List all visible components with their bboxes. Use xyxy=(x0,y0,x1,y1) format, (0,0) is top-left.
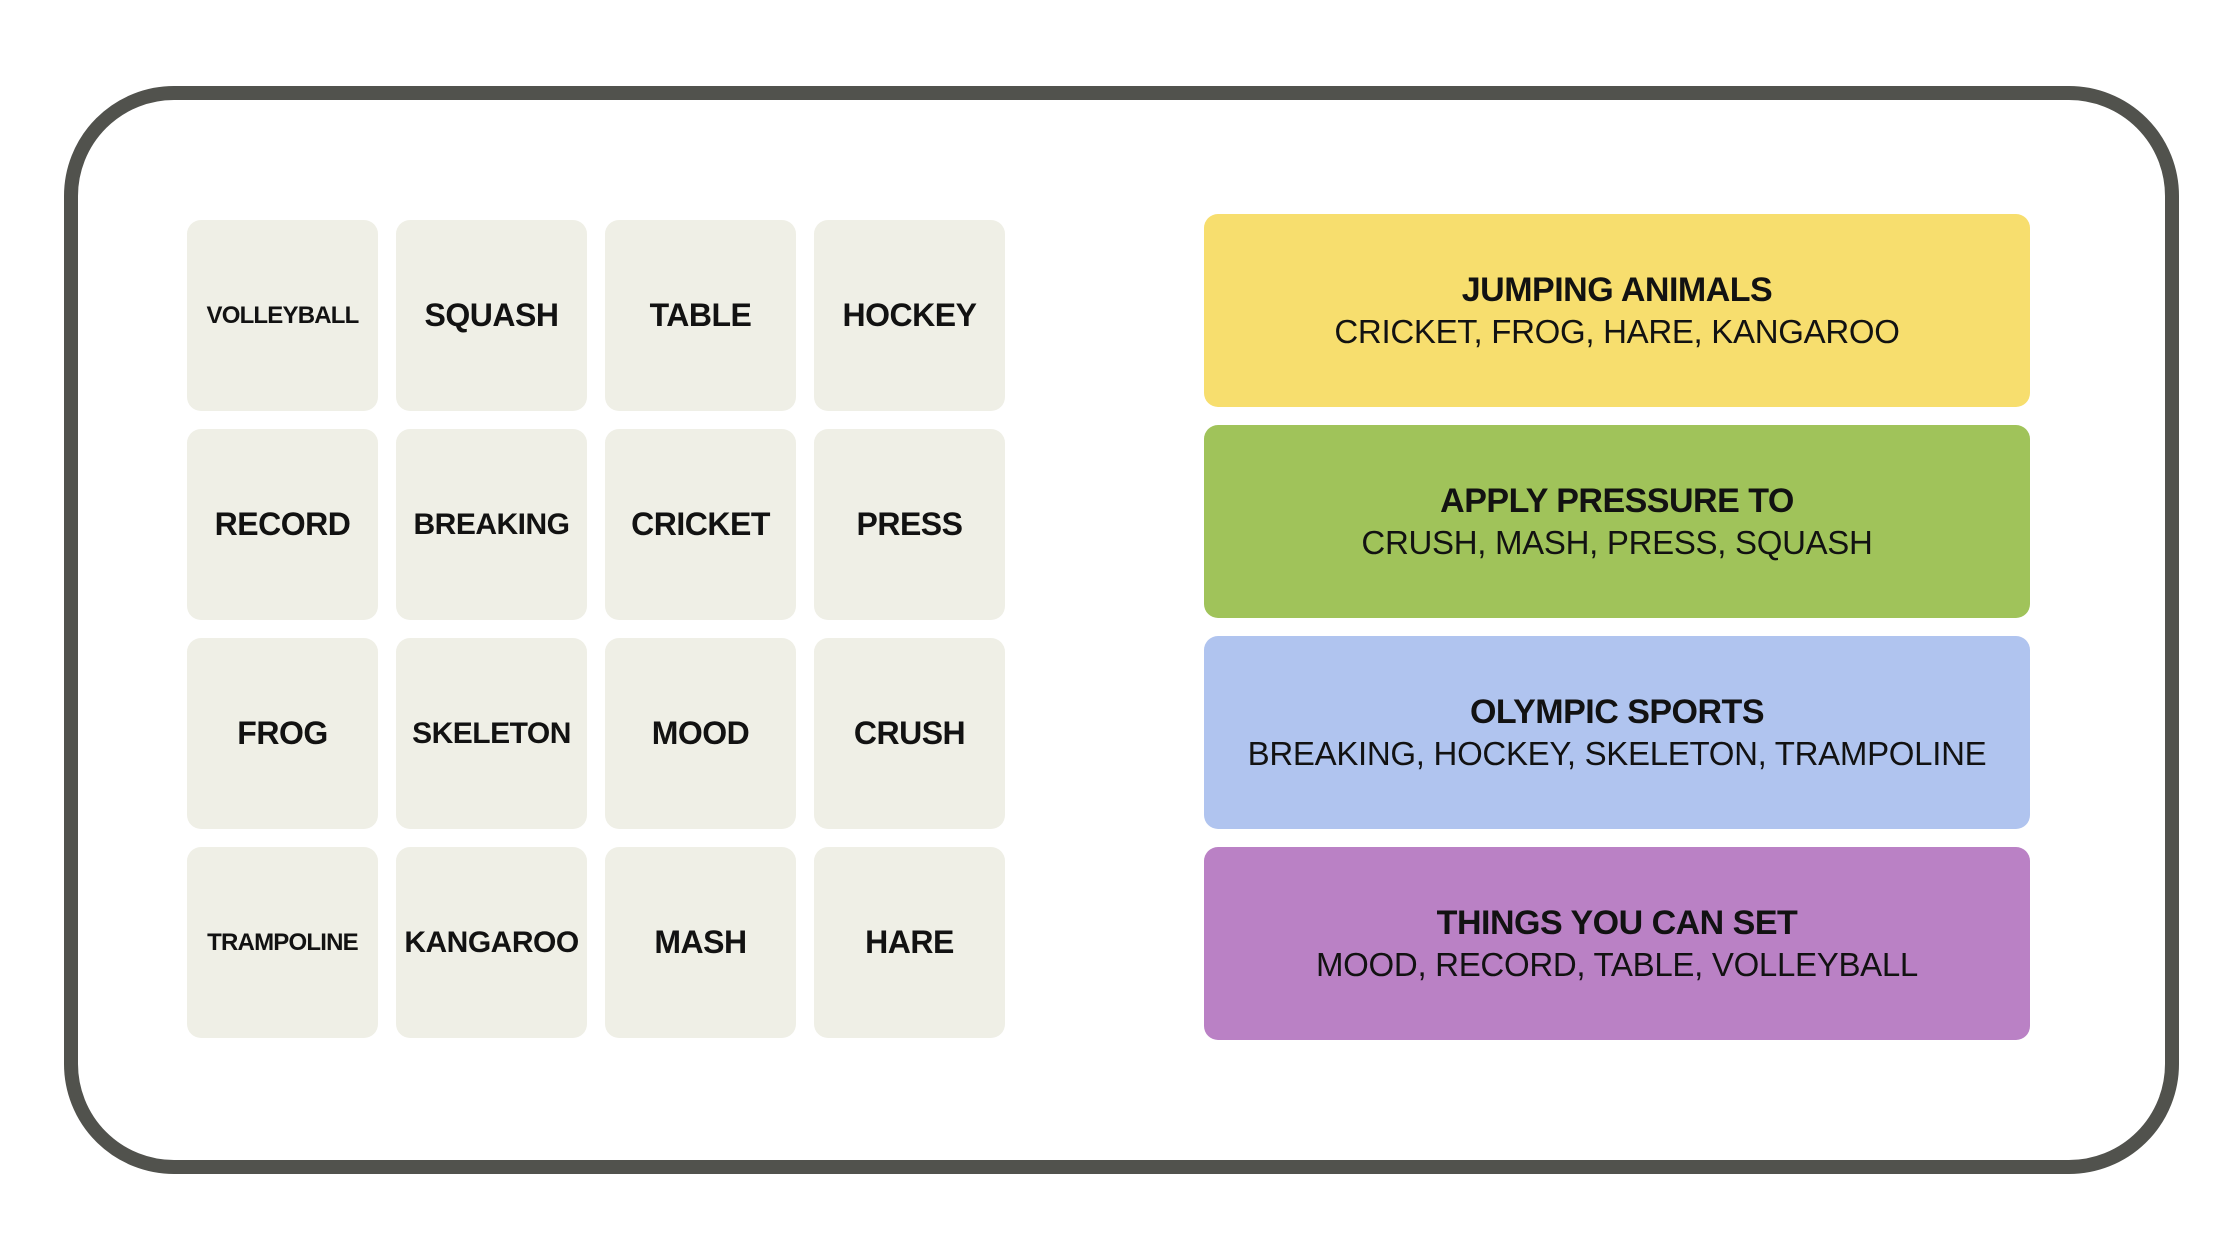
group-blue: OLYMPIC SPORTS BREAKING, HOCKEY, SKELETO… xyxy=(1204,636,2030,829)
word-tile[interactable]: CRUSH xyxy=(814,638,1005,829)
group-yellow: JUMPING ANIMALS CRICKET, FROG, HARE, KAN… xyxy=(1204,214,2030,407)
word-tile[interactable]: RECORD xyxy=(187,429,378,620)
solved-groups: JUMPING ANIMALS CRICKET, FROG, HARE, KAN… xyxy=(1204,214,2030,1058)
group-members: CRICKET, FROG, HARE, KANGAROO xyxy=(1334,312,1900,350)
word-tile[interactable]: FROG xyxy=(187,638,378,829)
word-tile[interactable]: HOCKEY xyxy=(814,220,1005,411)
word-tile[interactable]: BREAKING xyxy=(396,429,587,620)
word-tile[interactable]: MASH xyxy=(605,847,796,1038)
group-title: JUMPING ANIMALS xyxy=(1461,270,1773,309)
group-green: APPLY PRESSURE TO CRUSH, MASH, PRESS, SQ… xyxy=(1204,425,2030,618)
group-title: OLYMPIC SPORTS xyxy=(1469,692,1765,731)
word-tile[interactable]: SQUASH xyxy=(396,220,587,411)
word-tile[interactable]: HARE xyxy=(814,847,1005,1038)
group-members: CRUSH, MASH, PRESS, SQUASH xyxy=(1361,523,1873,561)
word-tile[interactable]: SKELETON xyxy=(396,638,587,829)
word-tile[interactable]: TABLE xyxy=(605,220,796,411)
group-purple: THINGS YOU CAN SET MOOD, RECORD, TABLE, … xyxy=(1204,847,2030,1040)
word-tile[interactable]: TRAMPOLINE xyxy=(187,847,378,1038)
word-grid: VOLLEYBALL SQUASH TABLE HOCKEY RECORD BR… xyxy=(187,220,1005,1038)
group-title: APPLY PRESSURE TO xyxy=(1440,481,1794,520)
word-tile[interactable]: MOOD xyxy=(605,638,796,829)
group-members: BREAKING, HOCKEY, SKELETON, TRAMPOLINE xyxy=(1247,734,1987,772)
word-tile[interactable]: PRESS xyxy=(814,429,1005,620)
word-tile[interactable]: CRICKET xyxy=(605,429,796,620)
group-members: MOOD, RECORD, TABLE, VOLLEYBALL xyxy=(1315,945,1918,983)
group-title: THINGS YOU CAN SET xyxy=(1436,903,1798,942)
word-tile[interactable]: VOLLEYBALL xyxy=(187,220,378,411)
word-tile[interactable]: KANGAROO xyxy=(396,847,587,1038)
